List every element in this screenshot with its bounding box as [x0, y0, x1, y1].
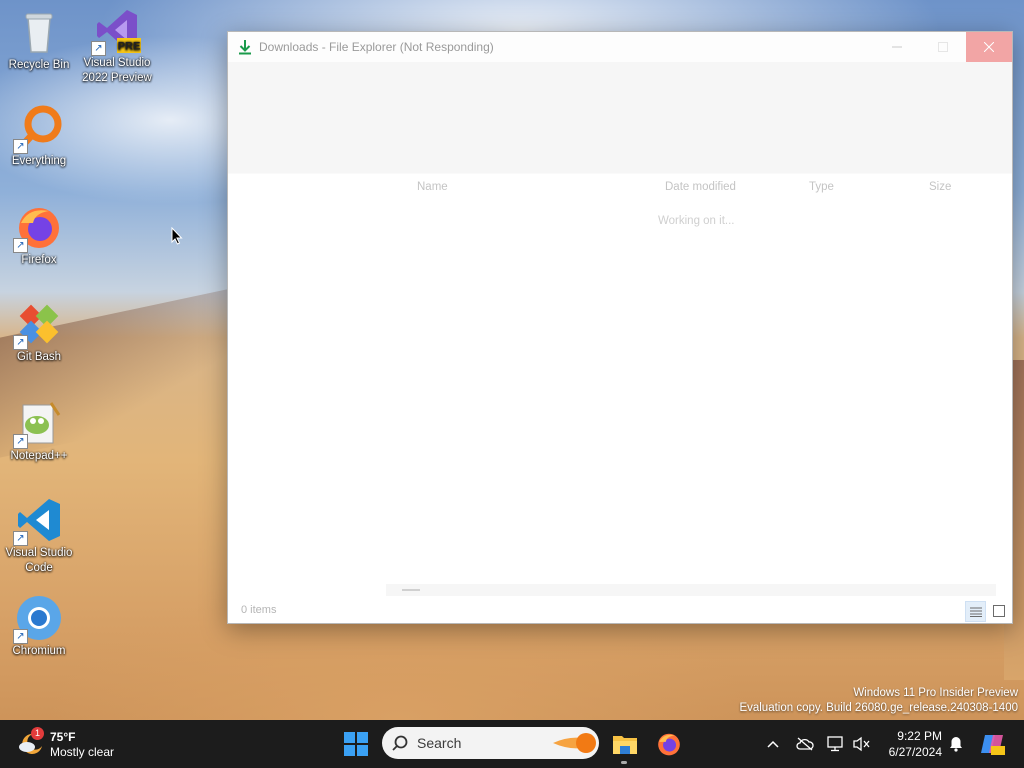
minimize-button[interactable] [874, 32, 920, 62]
large-icons-view-icon [992, 604, 1005, 617]
network-tray-button[interactable] [826, 734, 846, 754]
loading-text: Working on it... [658, 215, 735, 227]
scrollbar-thumb[interactable] [402, 589, 420, 591]
details-view-button[interactable] [965, 601, 986, 622]
desktop-icon-notepad-plus-plus[interactable]: ↗ Notepad++ [2, 399, 76, 464]
shortcut-arrow-icon: ↗ [13, 531, 28, 546]
desktop-icon-label: Git Bash [16, 351, 62, 363]
taskbar-clock[interactable]: 9:22 PM 6/27/2024 [878, 728, 942, 760]
firefox-icon: ↗ [13, 203, 63, 253]
weather-condition: Mostly clear [50, 745, 115, 759]
watermark-edition: Windows 11 Pro Insider Preview [853, 687, 1018, 699]
vscode-icon: ↗ [13, 496, 63, 546]
shortcut-arrow-icon: ↗ [13, 139, 28, 154]
maximize-icon [938, 42, 948, 52]
network-display-icon [827, 736, 843, 752]
close-icon [984, 42, 994, 52]
bell-icon [950, 737, 962, 752]
shortcut-arrow-icon: ↗ [13, 335, 28, 350]
clock-date: 6/27/2024 [888, 745, 942, 759]
windows-watermark: Windows 11 Pro Insider Preview Evaluatio… [739, 686, 1018, 716]
desktop-icon-vscode[interactable]: ↗ Visual Studio Code [2, 496, 76, 576]
details-view-icon [969, 607, 982, 617]
notification-badge: 1 [31, 727, 44, 740]
search-icon [392, 735, 408, 751]
close-button[interactable] [966, 32, 1012, 62]
everything-search-icon: ↗ [13, 104, 63, 154]
mouse-cursor-icon [171, 227, 183, 245]
maximize-button[interactable] [920, 32, 966, 62]
status-bar: 0 items [228, 599, 1012, 623]
window-titlebar[interactable]: Downloads - File Explorer (Not Respondin… [228, 32, 1012, 62]
taskbar-search-box[interactable]: Search [382, 727, 599, 759]
desktop-icon-label: Chromium [12, 645, 66, 657]
cloud-offline-icon [796, 737, 814, 751]
watermark-build: Evaluation copy. Build 26080.ge_release.… [739, 702, 1018, 714]
large-icons-view-button[interactable] [989, 601, 1008, 620]
minimize-icon [892, 46, 902, 48]
download-icon [239, 40, 251, 55]
desktop-icon-chromium[interactable]: ↗ Chromium [2, 594, 76, 659]
desktop-icon-git-bash[interactable]: ↗ Git Bash [2, 300, 76, 365]
column-headers: Name Date modified Type Size [228, 173, 1012, 200]
speaker-muted-icon [853, 736, 870, 752]
desktop-icon-visual-studio-preview[interactable]: PRE ↗ Visual Studio 2022 Preview [80, 6, 154, 86]
weather-temperature: 75°F [50, 730, 76, 744]
notifications-button[interactable] [946, 734, 966, 754]
desktop-icon-label: Visual Studio Code [5, 547, 73, 574]
taskbar-file-explorer[interactable] [609, 728, 641, 760]
column-header-size[interactable]: Size [929, 181, 951, 193]
start-button[interactable] [340, 728, 372, 760]
visual-studio-icon: PRE ↗ [91, 6, 141, 56]
recycle-bin-icon [15, 8, 63, 56]
column-header-type[interactable]: Type [809, 181, 834, 193]
search-highlight-comet-icon [553, 733, 596, 753]
desktop-icon-label: Visual Studio 2022 Preview [82, 57, 152, 84]
desktop-icon-label: Notepad++ [10, 450, 68, 462]
desktop-icon-label: Firefox [21, 254, 57, 266]
show-hidden-icons-button[interactable] [763, 734, 783, 754]
firefox-icon [658, 733, 680, 756]
shortcut-arrow-icon: ↗ [13, 434, 28, 449]
folder-icon [613, 736, 637, 754]
column-header-name[interactable]: Name [417, 181, 448, 193]
desktop-icon-label: Recycle Bin [8, 59, 70, 71]
volume-tray-button[interactable] [852, 734, 872, 754]
desktop-icon-label: Everything [11, 155, 67, 167]
copilot-icon [981, 735, 1005, 755]
column-header-date-modified[interactable]: Date modified [665, 181, 736, 193]
item-count: 0 items [241, 604, 277, 616]
window-title: Downloads - File Explorer (Not Respondin… [259, 40, 494, 54]
git-bash-icon: ↗ [13, 300, 63, 350]
copilot-button[interactable] [976, 728, 1008, 760]
taskbar-firefox[interactable] [653, 728, 685, 760]
chevron-up-icon [767, 740, 779, 748]
windows-logo-icon [344, 732, 368, 756]
ribbon-area [228, 62, 1012, 173]
horizontal-scrollbar[interactable] [386, 584, 996, 596]
desktop-icon-firefox[interactable]: ↗ Firefox [2, 203, 76, 268]
clock-time: 9:22 PM [897, 729, 942, 743]
shortcut-arrow-icon: ↗ [13, 238, 28, 253]
active-app-indicator [621, 761, 627, 764]
shortcut-arrow-icon: ↗ [91, 41, 106, 56]
svg-text:PRE: PRE [118, 41, 141, 53]
taskbar: 1 75°F Mostly clear Search 9:22 PM 6/27/… [0, 720, 1024, 768]
shortcut-arrow-icon: ↗ [13, 629, 28, 644]
search-placeholder: Search [417, 735, 462, 751]
desktop-icon-recycle-bin[interactable]: Recycle Bin [2, 8, 76, 73]
desktop-icon-everything[interactable]: ↗ Everything [2, 104, 76, 169]
onedrive-tray-button[interactable] [795, 734, 815, 754]
file-explorer-window[interactable]: Downloads - File Explorer (Not Respondin… [227, 31, 1013, 624]
chromium-icon: ↗ [13, 594, 63, 644]
weather-widget[interactable]: 1 75°F Mostly clear [14, 727, 134, 761]
notepad-plus-plus-icon: ↗ [13, 399, 63, 449]
